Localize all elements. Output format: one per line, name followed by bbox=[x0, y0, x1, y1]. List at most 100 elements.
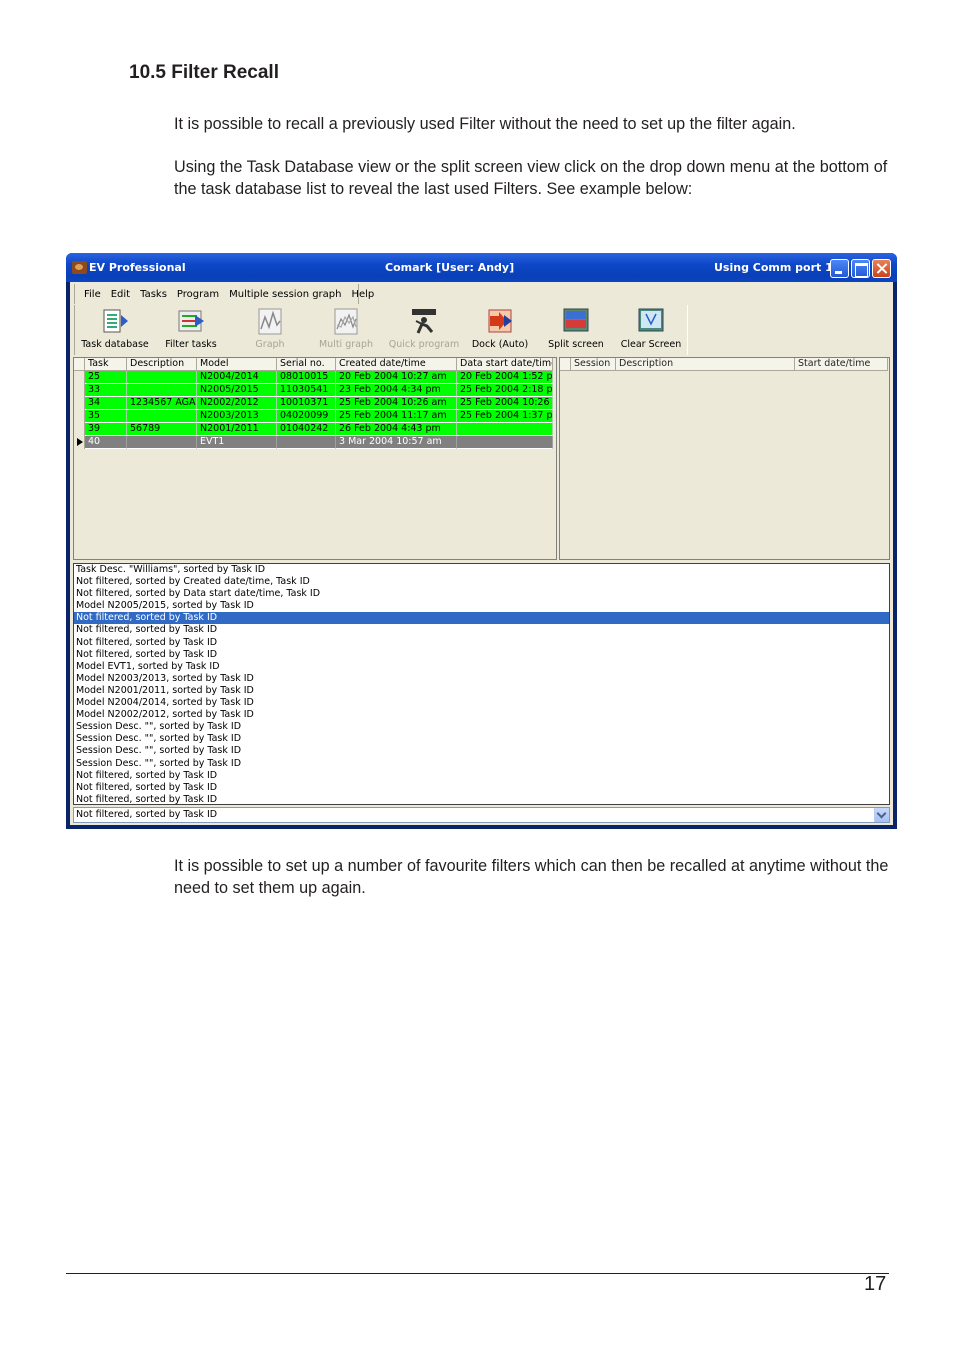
data-start-cell bbox=[457, 423, 553, 436]
table-row[interactable]: 35 N2003/2013 04020099 25 Feb 2004 11:17 am… bbox=[74, 410, 553, 423]
row-header[interactable] bbox=[74, 371, 85, 384]
serial-cell: 04020099 bbox=[277, 410, 336, 423]
created-cell: 3 Mar 2004 10:57 am bbox=[336, 436, 457, 449]
list-item[interactable]: Model N2003/2013, sorted by Task ID bbox=[74, 673, 889, 685]
instruction-paragraph: Using the Task Database view or the spli… bbox=[174, 158, 888, 198]
filter-tasks-button[interactable]: Filter tasks bbox=[153, 305, 229, 355]
list-item[interactable]: Not filtered, sorted by Task ID bbox=[74, 624, 889, 636]
model-cell: N2001/2011 bbox=[197, 423, 277, 436]
clear-screen-button[interactable]: Clear Screen bbox=[613, 305, 689, 355]
maximize-button[interactable] bbox=[851, 259, 870, 278]
list-item[interactable]: Task Desc. "Williams", sorted by Task ID bbox=[74, 564, 889, 576]
title-bar[interactable]: EV Professional Comark [User: Andy] Usin… bbox=[66, 253, 897, 282]
table-row[interactable]: 33 N2005/2015 11030541 23 Feb 2004 4:34 pm 2… bbox=[74, 384, 553, 397]
description-cell bbox=[127, 436, 197, 449]
minimize-button[interactable] bbox=[830, 259, 849, 278]
description-cell bbox=[127, 371, 197, 384]
session-grid-header: Session Description Start date/time bbox=[560, 358, 888, 371]
list-item[interactable]: Session Desc. "", sorted by Task ID bbox=[74, 733, 889, 745]
list-item[interactable]: Not filtered, sorted by Task ID bbox=[74, 637, 889, 649]
table-row[interactable]: 39 56789 N2001/2011 01040242 26 Feb 2004 4:4… bbox=[74, 423, 553, 436]
col-session[interactable]: Session bbox=[571, 358, 616, 371]
list-item[interactable]: Not filtered, sorted by Task ID bbox=[74, 770, 889, 782]
table-row[interactable]: 34 1234567 AGA I N2002/2012 10010371 25 Feb … bbox=[74, 397, 553, 410]
col-created-date[interactable]: Created date/time bbox=[336, 358, 457, 371]
row-header-corner bbox=[74, 358, 85, 371]
graph-button[interactable]: Graph bbox=[232, 305, 308, 355]
menu-tasks[interactable]: Tasks bbox=[135, 289, 172, 300]
description-cell: 56789 bbox=[127, 423, 197, 436]
task-cell: 25 bbox=[85, 371, 127, 384]
row-header[interactable] bbox=[74, 384, 85, 397]
list-item[interactable]: Not filtered, sorted by Task ID bbox=[74, 782, 889, 794]
list-item[interactable]: Not filtered, sorted by Task ID bbox=[74, 794, 889, 804]
filter-recall-dropdown[interactable]: Not filtered, sorted by Task ID bbox=[73, 807, 890, 823]
col-serial-no[interactable]: Serial no. bbox=[277, 358, 336, 371]
app-title: EV Professional bbox=[89, 261, 186, 274]
dock-auto-button[interactable]: Dock (Auto) bbox=[462, 305, 538, 355]
list-item[interactable]: Session Desc. "", sorted by Task ID bbox=[74, 721, 889, 733]
description-cell bbox=[127, 410, 197, 423]
menu-file[interactable]: File bbox=[79, 289, 106, 300]
task-cell: 33 bbox=[85, 384, 127, 397]
filter-history-list[interactable]: Task Desc. "Williams", sorted by Task ID… bbox=[73, 563, 890, 805]
menu-multiple-session-graph[interactable]: Multiple session graph bbox=[224, 289, 346, 300]
col-description[interactable]: Description bbox=[127, 358, 197, 371]
session-grid[interactable]: Session Description Start date/time bbox=[559, 357, 890, 560]
data-start-cell: 20 Feb 2004 1:52 pm bbox=[457, 371, 553, 384]
client-area: File Edit Tasks Program Multiple session… bbox=[70, 282, 893, 825]
menu-divider bbox=[358, 284, 359, 304]
table-row[interactable]: 40 EVT1 3 Mar 2004 10:57 am bbox=[74, 436, 553, 449]
list-item[interactable]: Model N2002/2012, sorted by Task ID bbox=[74, 709, 889, 721]
list-item[interactable]: Session Desc. "", sorted by Task ID bbox=[74, 758, 889, 770]
close-button[interactable] bbox=[872, 259, 891, 278]
table-row[interactable]: 25 N2004/2014 08010015 20 Feb 2004 10:27 am… bbox=[74, 371, 553, 384]
intro-paragraph: It is possible to recall a previously us… bbox=[174, 115, 796, 133]
description-cell: 1234567 AGA I bbox=[127, 397, 197, 410]
list-item[interactable]: Not filtered, sorted by Task ID bbox=[74, 612, 889, 625]
clear-screen-label: Clear Screen bbox=[620, 339, 682, 350]
list-item[interactable]: Not filtered, sorted by Created date/tim… bbox=[74, 576, 889, 588]
list-item[interactable]: Session Desc. "", sorted by Task ID bbox=[74, 745, 889, 757]
list-item[interactable]: Not filtered, sorted by Task ID bbox=[74, 649, 889, 661]
page-number: 17 bbox=[864, 1273, 887, 1295]
list-item[interactable]: Model N2004/2014, sorted by Task ID bbox=[74, 697, 889, 709]
col-session-description[interactable]: Description bbox=[616, 358, 795, 371]
split-screen-button[interactable]: Split screen bbox=[538, 305, 614, 355]
task-cell: 34 bbox=[85, 397, 127, 410]
row-header[interactable] bbox=[74, 423, 85, 436]
menu-edit[interactable]: Edit bbox=[106, 289, 135, 300]
col-data-start-date[interactable]: Data start date/time bbox=[457, 358, 553, 371]
serial-cell bbox=[277, 436, 336, 449]
col-task[interactable]: Task bbox=[85, 358, 127, 371]
chevron-down-icon[interactable] bbox=[874, 808, 889, 822]
data-start-cell: 25 Feb 2004 2:18 pm bbox=[457, 384, 553, 397]
col-model[interactable]: Model bbox=[197, 358, 277, 371]
graph-label: Graph bbox=[255, 339, 285, 350]
quick-program-button[interactable]: Quick program bbox=[386, 305, 462, 355]
app-icon[interactable] bbox=[72, 261, 87, 274]
list-item[interactable]: Not filtered, sorted by Data start date/… bbox=[74, 588, 889, 600]
task-database-button[interactable]: Task database bbox=[77, 305, 153, 355]
section-heading: 10.5 Filter Recall bbox=[129, 62, 279, 83]
data-start-cell: 25 Feb 2004 1:37 pm bbox=[457, 410, 553, 423]
list-item[interactable]: Model N2005/2015, sorted by Task ID bbox=[74, 600, 889, 612]
created-cell: 25 Feb 2004 11:17 am bbox=[336, 410, 457, 423]
list-item[interactable]: Model N2001/2011, sorted by Task ID bbox=[74, 685, 889, 697]
menu-program[interactable]: Program bbox=[172, 289, 224, 300]
multi-graph-button[interactable]: Multi graph bbox=[308, 305, 384, 355]
row-header[interactable] bbox=[74, 397, 85, 410]
model-cell: EVT1 bbox=[197, 436, 277, 449]
filter-recall-value: Not filtered, sorted by Task ID bbox=[76, 809, 218, 820]
menu-help[interactable]: Help bbox=[346, 289, 379, 300]
data-start-cell: 25 Feb 2004 10:26 am bbox=[457, 397, 553, 410]
created-cell: 25 Feb 2004 10:26 am bbox=[336, 397, 457, 410]
col-start-date[interactable]: Start date/time bbox=[795, 358, 888, 371]
row-header[interactable] bbox=[74, 436, 85, 449]
task-grid[interactable]: Task Description Model Serial no. Create… bbox=[73, 357, 557, 560]
list-item[interactable]: Model EVT1, sorted by Task ID bbox=[74, 661, 889, 673]
created-cell: 23 Feb 2004 4:34 pm bbox=[336, 384, 457, 397]
multi-graph-label: Multi graph bbox=[318, 339, 374, 350]
row-header[interactable] bbox=[74, 410, 85, 423]
description-cell bbox=[127, 384, 197, 397]
